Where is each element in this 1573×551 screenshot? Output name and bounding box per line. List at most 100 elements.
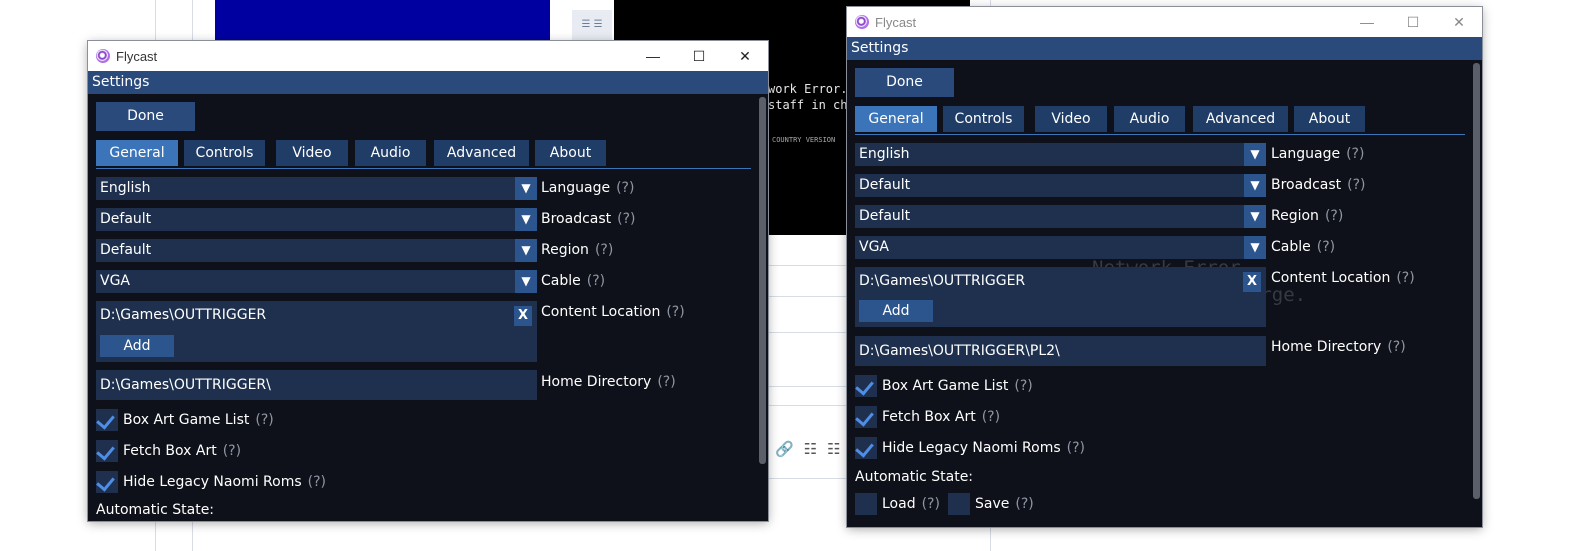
- tab-advanced[interactable]: Advanced: [1193, 106, 1288, 132]
- hide-legacy-naomi-label: Hide Legacy Naomi Roms: [882, 440, 1061, 456]
- checkbox[interactable]: [96, 471, 118, 493]
- help-icon[interactable]: (?): [1015, 496, 1033, 512]
- checkbox[interactable]: [855, 406, 877, 428]
- list-icon[interactable]: ☷: [804, 440, 827, 458]
- broadcast-select[interactable]: Default ▼: [855, 174, 1266, 197]
- hide-legacy-naomi-label: Hide Legacy Naomi Roms: [123, 474, 302, 490]
- help-icon[interactable]: (?): [616, 180, 634, 196]
- check-icon: [855, 376, 874, 396]
- remove-path-button[interactable]: X: [514, 306, 532, 326]
- broadcast-select[interactable]: Default ▼: [96, 208, 537, 231]
- cable-label-text: Cable: [541, 273, 581, 289]
- title-bar[interactable]: Flycast — ☐ ✕: [88, 41, 768, 71]
- tab-video[interactable]: Video: [1035, 106, 1107, 132]
- home-directory-field[interactable]: D:\Games\OUTTRIGGER\PL2\: [855, 336, 1266, 366]
- checkbox[interactable]: [855, 493, 877, 515]
- content-location-list: D:\Games\OUTTRIGGER X Add: [855, 267, 1266, 327]
- help-icon[interactable]: (?): [922, 496, 940, 512]
- link-icon[interactable]: 🔗: [775, 440, 804, 458]
- help-icon[interactable]: (?): [1014, 378, 1032, 394]
- minimize-button[interactable]: —: [630, 41, 676, 71]
- add-path-button[interactable]: Add: [100, 335, 174, 357]
- remove-path-button[interactable]: X: [1243, 272, 1261, 292]
- cable-value: VGA: [100, 273, 131, 289]
- cable-label-text: Cable: [1271, 239, 1311, 255]
- help-icon[interactable]: (?): [657, 374, 675, 390]
- tab-audio[interactable]: Audio: [355, 140, 426, 166]
- content-location-path: D:\Games\OUTTRIGGER: [100, 307, 267, 323]
- tab-audio[interactable]: Audio: [1114, 106, 1185, 132]
- checkbox[interactable]: [855, 437, 877, 459]
- region-label-text: Region: [541, 242, 589, 258]
- help-icon[interactable]: (?): [1325, 208, 1343, 224]
- help-icon[interactable]: (?): [223, 443, 241, 459]
- broadcast-value: Default: [859, 177, 911, 193]
- checkbox[interactable]: [855, 375, 877, 397]
- minimize-button[interactable]: —: [1344, 7, 1390, 37]
- help-icon[interactable]: (?): [1317, 239, 1335, 255]
- add-path-button[interactable]: Add: [859, 300, 933, 322]
- done-button[interactable]: Done: [96, 102, 195, 131]
- help-icon[interactable]: (?): [1067, 440, 1085, 456]
- checkbox-label: Save (?): [975, 493, 1034, 515]
- close-button[interactable]: ✕: [1436, 7, 1482, 37]
- tab-general[interactable]: General: [855, 106, 937, 132]
- help-icon[interactable]: (?): [617, 211, 635, 227]
- help-icon[interactable]: (?): [595, 242, 613, 258]
- checklist-icon[interactable]: ☷: [827, 440, 845, 458]
- help-icon[interactable]: (?): [587, 273, 605, 289]
- help-icon[interactable]: (?): [1346, 146, 1364, 162]
- dropdown-arrow-icon[interactable]: ▼: [515, 239, 537, 262]
- bg-terminal-line: COUNTRY VERSION: [772, 136, 836, 144]
- dropdown-arrow-icon[interactable]: ▼: [1244, 205, 1266, 228]
- maximize-button[interactable]: ☐: [1390, 7, 1436, 37]
- cable-select[interactable]: VGA ▼: [855, 236, 1266, 259]
- help-icon[interactable]: (?): [255, 412, 273, 428]
- dropdown-arrow-icon[interactable]: ▼: [515, 270, 537, 293]
- tab-general[interactable]: General: [96, 140, 178, 166]
- help-icon[interactable]: (?): [1396, 270, 1414, 286]
- region-select[interactable]: Default ▼: [96, 239, 537, 262]
- checkbox[interactable]: [96, 440, 118, 462]
- dropdown-arrow-icon[interactable]: ▼: [1244, 143, 1266, 166]
- maximize-button[interactable]: ☐: [676, 41, 722, 71]
- language-select[interactable]: English ▼: [855, 143, 1266, 166]
- tab-video[interactable]: Video: [276, 140, 348, 166]
- scrollbar-thumb[interactable]: [1473, 63, 1480, 499]
- help-icon[interactable]: (?): [1387, 339, 1405, 355]
- help-icon[interactable]: (?): [1347, 177, 1365, 193]
- dropdown-arrow-icon[interactable]: ▼: [1244, 174, 1266, 197]
- tab-about[interactable]: About: [535, 140, 606, 166]
- language-select[interactable]: English ▼: [96, 177, 537, 200]
- content-location-path: D:\Games\OUTTRIGGER: [859, 273, 1026, 289]
- checkbox[interactable]: [96, 409, 118, 431]
- bg-divider: [768, 478, 848, 479]
- bg-terminal-line: staff in char: [768, 98, 848, 112]
- box-art-label: Box Art Game List: [882, 378, 1009, 394]
- dropdown-arrow-icon[interactable]: ▼: [515, 208, 537, 231]
- check-icon: [855, 407, 874, 427]
- checkbox-label: Fetch Box Art (?): [123, 440, 241, 462]
- region-select[interactable]: Default ▼: [855, 205, 1266, 228]
- help-icon[interactable]: (?): [666, 304, 684, 320]
- cable-label: Cable (?): [1271, 236, 1335, 259]
- title-bar[interactable]: Flycast — ☐ ✕: [847, 7, 1482, 37]
- scrollbar-thumb[interactable]: [759, 97, 766, 464]
- help-icon[interactable]: (?): [982, 409, 1000, 425]
- checkbox[interactable]: [948, 493, 970, 515]
- dropdown-arrow-icon[interactable]: ▼: [1244, 236, 1266, 259]
- language-label-text: Language: [1271, 146, 1341, 162]
- tab-controls[interactable]: Controls: [184, 140, 265, 166]
- tab-advanced[interactable]: Advanced: [434, 140, 529, 166]
- close-button[interactable]: ✕: [722, 41, 768, 71]
- home-directory-field[interactable]: D:\Games\OUTTRIGGER\: [96, 370, 537, 400]
- bg-list-icon: ☰ ☰: [572, 10, 612, 40]
- automatic-state-label: Automatic State:: [96, 502, 215, 518]
- tab-controls[interactable]: Controls: [943, 106, 1024, 132]
- help-icon[interactable]: (?): [308, 474, 326, 490]
- tab-about[interactable]: About: [1294, 106, 1365, 132]
- done-button[interactable]: Done: [855, 68, 954, 97]
- language-label-text: Language: [541, 180, 611, 196]
- dropdown-arrow-icon[interactable]: ▼: [515, 177, 537, 200]
- cable-select[interactable]: VGA ▼: [96, 270, 537, 293]
